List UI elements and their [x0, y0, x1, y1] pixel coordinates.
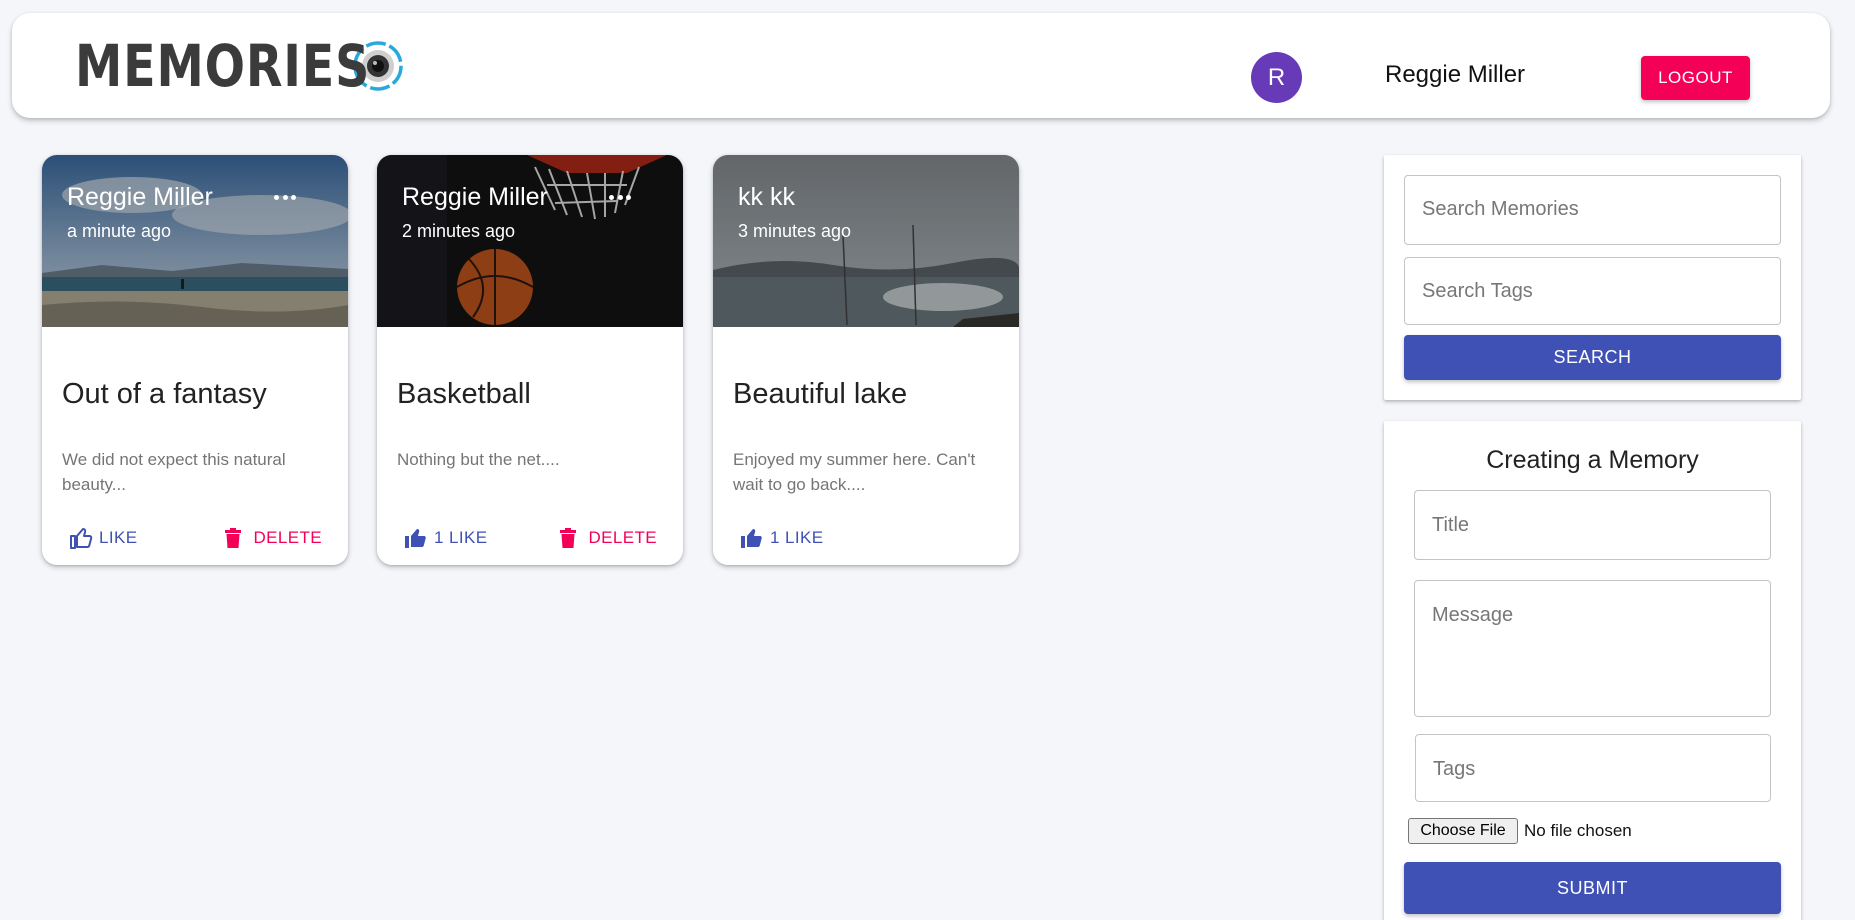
- logout-button[interactable]: LOGOUT: [1641, 56, 1750, 100]
- title-placeholder: Title: [1432, 514, 1470, 536]
- post-message: Enjoyed my summer here. Can't wait to go…: [733, 450, 976, 494]
- like-label: 1 LIKE: [770, 528, 824, 547]
- post-time: 3 minutes ago: [738, 221, 852, 241]
- brand[interactable]: MEMORIES: [75, 35, 404, 97]
- post-author: kk kk: [738, 183, 795, 211]
- more-horiz-icon[interactable]: [609, 193, 631, 201]
- delete-button[interactable]: DELETE: [225, 525, 322, 551]
- post-message: We did not expect this natural beauty...: [62, 450, 286, 494]
- search-memories-placeholder: Search Memories: [1422, 198, 1579, 220]
- message-textarea[interactable]: Message: [1414, 580, 1771, 717]
- search-panel: Search Memories Search Tags SEARCH: [1384, 155, 1801, 400]
- like-button[interactable]: LIKE: [69, 525, 137, 551]
- post-author: Reggie Miller: [402, 183, 548, 211]
- create-memory-form: Creating a Memory Title Message Tags Cho…: [1384, 421, 1801, 920]
- submit-button[interactable]: SUBMIT: [1404, 862, 1781, 914]
- delete-label: DELETE: [253, 528, 322, 547]
- tags-placeholder: Tags: [1433, 758, 1476, 780]
- post-title: Beautiful lake: [733, 378, 908, 410]
- delete-label: DELETE: [588, 528, 657, 547]
- like-label: LIKE: [99, 528, 138, 547]
- like-button[interactable]: 1 LIKE: [740, 525, 823, 551]
- thumb-up-outline-icon: [70, 528, 93, 549]
- choose-file-button[interactable]: Choose File: [1408, 818, 1518, 844]
- search-memories-input[interactable]: Search Memories: [1404, 175, 1781, 245]
- post-card: Reggie Miller 2 minutes ago Basketball N…: [377, 155, 683, 565]
- post-time: 2 minutes ago: [402, 221, 516, 241]
- file-status: No file chosen: [1524, 821, 1632, 840]
- username: Reggie Miller: [1385, 61, 1526, 88]
- title-input[interactable]: Title: [1414, 490, 1771, 560]
- avatar[interactable]: R: [1251, 52, 1302, 103]
- trash-icon: [560, 528, 577, 548]
- post-card: Reggie Miller a minute ago Out of a fant…: [42, 155, 348, 565]
- message-placeholder: Message: [1432, 604, 1514, 626]
- thumb-up-icon: [741, 529, 762, 548]
- tags-input[interactable]: Tags: [1415, 734, 1771, 802]
- search-button[interactable]: SEARCH: [1404, 335, 1781, 380]
- post-time: a minute ago: [67, 221, 172, 241]
- trash-icon: [225, 528, 242, 548]
- search-tags-input[interactable]: Search Tags: [1404, 257, 1781, 325]
- brand-title: MEMORIES: [75, 32, 371, 100]
- thumb-up-icon: [405, 529, 426, 548]
- post-author: Reggie Miller: [67, 183, 213, 211]
- app-bar: MEMORIES R Reggie Miller LOGOUT: [12, 13, 1830, 118]
- search-tags-placeholder: Search Tags: [1422, 280, 1533, 302]
- post-message: Nothing but the net....: [397, 450, 560, 469]
- post-title: Basketball: [397, 378, 531, 410]
- post-card: kk kk 3 minutes ago Beautiful lake Enjoy…: [713, 155, 1019, 565]
- form-title: Creating a Memory: [1486, 446, 1699, 474]
- like-button[interactable]: 1 LIKE: [404, 525, 487, 551]
- delete-button[interactable]: DELETE: [560, 525, 657, 551]
- more-horiz-icon[interactable]: [274, 193, 296, 201]
- like-label: 1 LIKE: [434, 528, 488, 547]
- post-title: Out of a fantasy: [62, 378, 267, 410]
